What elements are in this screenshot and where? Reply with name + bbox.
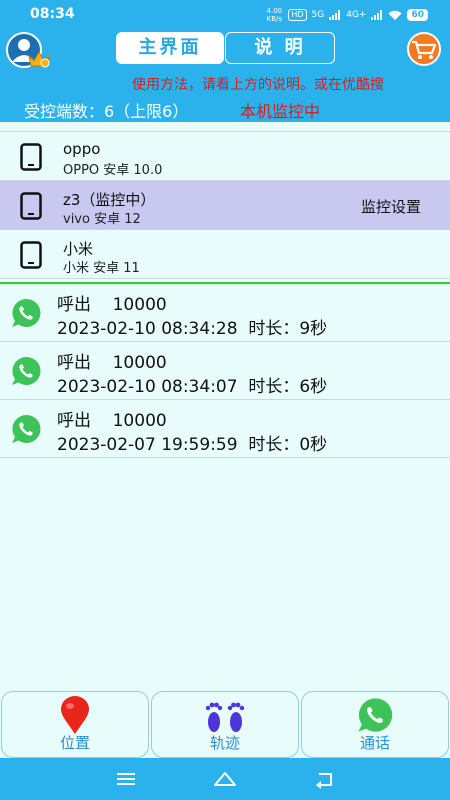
device-os: OPPO 安卓 10.0 [63,163,163,178]
device-list: oppo OPPO 安卓 10.0 z3（监控中） vivo 安卓 12 监控设… [0,131,450,279]
call-log-row[interactable]: 呼出 10000 2023-02-10 08:34:28 时长：9秒 [0,284,450,342]
phone-call-icon [12,298,41,327]
call-log-row[interactable]: 呼出 10000 2023-02-07 19:59:59 时长：0秒 [0,400,450,458]
device-row[interactable]: 小米 小米 安卓 11 [0,230,450,279]
signal-5g: 5G [311,10,325,20]
tab-main[interactable]: 主界面 [116,32,224,64]
device-row[interactable]: oppo OPPO 安卓 10.0 [0,132,450,181]
device-name: 小米 [63,240,94,258]
phone-icon [20,241,42,269]
tab-track-label: 轨迹 [209,734,240,752]
crown-badge-icon [28,50,50,68]
device-os: vivo 安卓 12 [63,212,141,227]
footprints-icon [205,702,245,732]
signal-bars-icon [329,10,341,20]
location-pin-icon [61,696,89,734]
device-row[interactable]: z3（监控中） vivo 安卓 12 监控设置 [0,181,450,230]
call-time-duration: 2023-02-10 08:34:28 时长：9秒 [57,319,328,339]
call-log-row[interactable]: 呼出 10000 2023-02-10 08:34:07 时长：6秒 [0,342,450,400]
device-name: oppo [63,140,101,158]
phone-call-icon [12,356,41,385]
tab-location-label: 位置 [59,734,90,752]
phone-call-icon [12,414,41,443]
monitor-settings-button[interactable]: 监控设置 [361,196,421,217]
tab-track[interactable]: 轨迹 [151,691,299,758]
signal-4g: 4G+ [346,10,367,20]
tab-location[interactable]: 位置 [1,691,149,758]
call-direction-number: 呼出 10000 [57,353,167,373]
tab-call[interactable]: 通话 [301,691,449,758]
system-nav-bar [0,758,450,800]
status-time: 08:34 [30,6,75,22]
controlled-count: 受控端数：6（上限6） [24,102,189,121]
local-monitoring-status: 本机监控中 [240,102,321,121]
phone-icon [20,192,42,220]
battery-indicator: 60 [407,9,428,21]
device-os: 小米 安卓 11 [63,261,140,276]
status-icons: 4.00 KB/s HD 5G 4G+ 60 [265,7,428,23]
home-icon[interactable] [213,768,237,790]
signal-bars-icon [371,10,383,20]
call-time-duration: 2023-02-07 19:59:59 时长：0秒 [57,435,328,455]
back-icon[interactable] [313,768,337,790]
tab-call-label: 通话 [359,734,390,752]
menu-icon[interactable] [114,768,138,790]
call-time-duration: 2023-02-10 08:34:07 时长：6秒 [57,377,328,397]
call-direction-number: 呼出 10000 [57,295,167,315]
status-bar: 08:34 4.00 KB/s HD 5G 4G+ 60 [0,0,450,28]
phone-call-icon [358,698,393,732]
tab-help[interactable]: 说 明 [225,32,335,64]
marquee-notice: 使用方法，请看上方的说明。或在优酷搜 [132,77,384,93]
call-direction-number: 呼出 10000 [57,411,167,431]
phone-icon [20,143,42,171]
bottom-tab-bar: 位置 轨迹 通话 [0,691,450,758]
call-log-list: 呼出 10000 2023-02-10 08:34:28 时长：9秒 呼出 10… [0,284,450,458]
device-name: z3（监控中） [63,191,156,209]
hd-badge: HD [288,9,307,21]
wifi-icon [388,10,402,20]
net-speed: 4.00 KB/s [266,7,283,23]
app-header: 主界面 说 明 使用方法，请看上方的说明。或在优酷搜 受控端数：6（上限6） 本… [0,28,450,122]
shopping-cart-icon[interactable] [404,32,444,66]
